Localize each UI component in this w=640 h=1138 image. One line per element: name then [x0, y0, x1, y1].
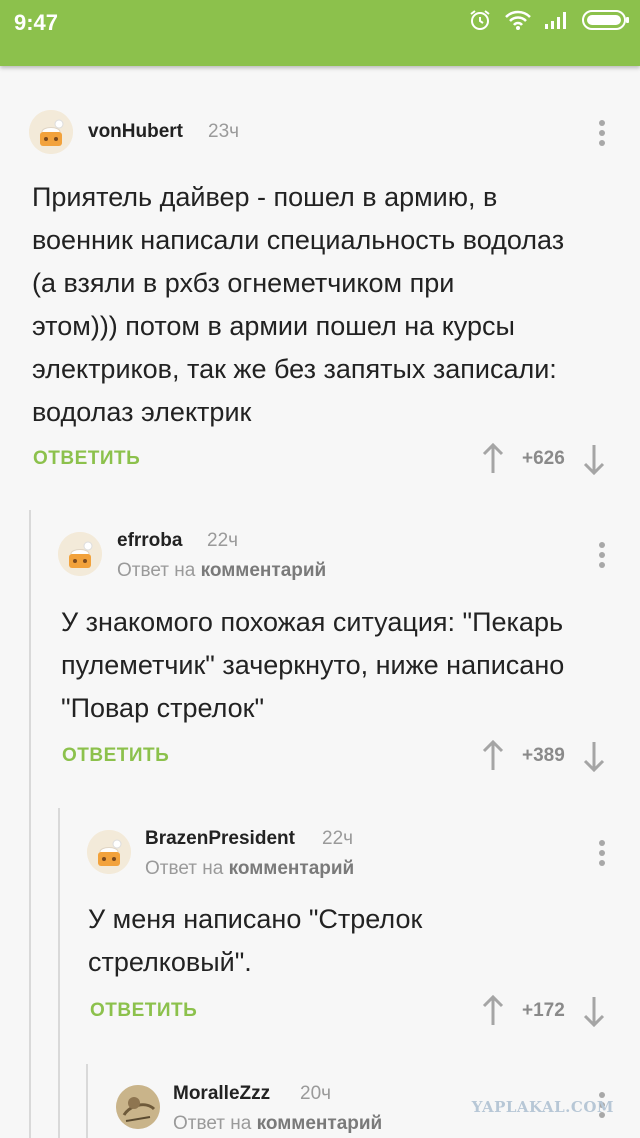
vote-controls: +389 — [482, 740, 605, 772]
vote-controls: +626 — [482, 443, 605, 475]
comment-text-line: "Повар стрелок" — [61, 693, 265, 723]
thread-line — [86, 1064, 88, 1138]
comment-text-line: водолаз электрик — [32, 397, 252, 427]
comment-text-line: Приятель дайвер - пошел в армию, в — [32, 182, 498, 212]
avatar[interactable] — [58, 532, 102, 576]
comment-text-line: У знакомого похожая ситуация: "Пекарь — [61, 607, 564, 637]
status-bar: 9:47 — [0, 0, 640, 66]
more-options-icon[interactable] — [598, 120, 606, 150]
reply-to-prefix: Ответ на — [117, 560, 196, 581]
username[interactable]: efrroba — [117, 530, 182, 552]
comment-time: 22ч — [322, 828, 354, 849]
reply-to: Ответ на комментарий — [117, 560, 326, 582]
reply-to-link[interactable]: комментарий — [201, 560, 327, 581]
vote-controls: +172 — [482, 995, 605, 1027]
thread-line — [29, 510, 31, 1138]
downvote-arrow-icon[interactable] — [583, 443, 605, 475]
thread-line — [58, 808, 60, 1138]
downvote-arrow-icon[interactable] — [583, 740, 605, 772]
comment-time: 23ч — [208, 121, 240, 142]
reply-to-link[interactable]: комментарий — [229, 858, 355, 879]
comment-text-line: (а взяли в рхбз огнеметчиком при — [32, 268, 455, 298]
avatar[interactable] — [87, 830, 131, 874]
reply-button[interactable]: ОТВЕТИТЬ — [33, 448, 140, 470]
comment-text: У знакомого похожая ситуация: "Пекарь пу… — [61, 601, 626, 730]
comment-score: +626 — [522, 448, 565, 469]
more-options-icon[interactable] — [598, 840, 606, 870]
comment-text-line: стрелковый". — [88, 947, 252, 977]
more-options-icon[interactable] — [598, 542, 606, 572]
alarm-icon — [468, 8, 492, 37]
watermark: YAPLAKAL.COM — [471, 1098, 614, 1116]
reply-to-prefix: Ответ на — [145, 858, 224, 879]
upvote-arrow-icon[interactable] — [482, 995, 504, 1027]
comment-time: 22ч — [207, 530, 239, 551]
upvote-arrow-icon[interactable] — [482, 443, 504, 475]
status-time: 9:47 — [14, 10, 59, 35]
comment-text: У меня написано "Стрелок стрелковый". — [88, 898, 618, 984]
comment-score: +172 — [522, 1000, 565, 1021]
comment-text-line: электриков, так же без запятых записали: — [32, 354, 557, 384]
battery-icon — [582, 9, 630, 36]
comment-text-line: этом))) потом в армии пошел на курсы — [32, 311, 515, 341]
upvote-arrow-icon[interactable] — [482, 740, 504, 772]
reply-to-prefix: Ответ на — [173, 1113, 252, 1134]
avatar[interactable] — [116, 1085, 160, 1129]
comment-text: Приятель дайвер - пошел в армию, в военн… — [32, 176, 622, 434]
status-icons — [468, 8, 630, 36]
username[interactable]: MoralleZzz — [173, 1083, 270, 1105]
reply-button[interactable]: ОТВЕТИТЬ — [62, 745, 169, 767]
reply-to: Ответ на комментарий — [173, 1113, 382, 1135]
comment-text-line: военник написали специальность водолаз — [32, 225, 565, 255]
comment-time: 20ч — [300, 1083, 332, 1104]
wifi-icon — [504, 9, 532, 36]
comment-text-line: пулеметчик" зачеркнуто, ниже написано — [61, 650, 565, 680]
comment-text-line: У меня написано "Стрелок — [88, 904, 423, 934]
avatar[interactable] — [29, 110, 73, 154]
signal-icon — [544, 10, 570, 35]
downvote-arrow-icon[interactable] — [583, 995, 605, 1027]
comment-score: +389 — [522, 745, 565, 766]
reply-button[interactable]: ОТВЕТИТЬ — [90, 1000, 197, 1022]
reply-to: Ответ на комментарий — [145, 858, 354, 880]
reply-to-link[interactable]: комментарий — [257, 1113, 383, 1134]
username[interactable]: BrazenPresident — [145, 828, 295, 850]
username[interactable]: vonHubert — [88, 121, 183, 143]
